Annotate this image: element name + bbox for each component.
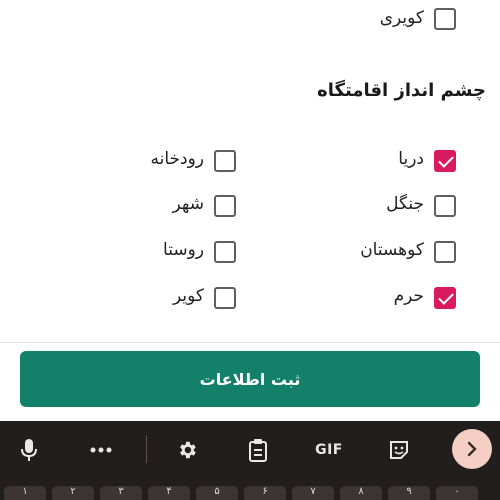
key[interactable]: ۱ xyxy=(4,486,46,500)
checkbox-option-4[interactable] xyxy=(434,241,456,263)
form-content: کویری چشم انداز اقامتگاه دریا جنگل کوهست… xyxy=(0,0,500,342)
checkbox-option-0[interactable] xyxy=(434,150,456,172)
more-dots-icon[interactable] xyxy=(86,435,116,465)
key[interactable]: ۷ xyxy=(292,486,334,500)
checkbox-option-2[interactable] xyxy=(434,195,456,217)
checkbox-option-5[interactable] xyxy=(214,241,236,263)
keyboard-number-row: ۱ ۲ ۳ ۴ ۵ ۶ ۷ ۸ ۹ ۰ xyxy=(0,478,500,500)
checkbox-label: رودخانه xyxy=(150,149,204,169)
checkbox-option-3[interactable] xyxy=(214,195,236,217)
toolbar-separator xyxy=(146,435,147,463)
microphone-icon[interactable] xyxy=(14,435,44,465)
checkbox-label: کویری xyxy=(379,8,424,28)
checkbox-label: شهر xyxy=(172,194,204,214)
key[interactable]: ۸ xyxy=(340,486,382,500)
checkbox-option-7[interactable] xyxy=(214,287,236,309)
checkbox-label: کوهستان xyxy=(360,240,424,260)
chevron-right-icon xyxy=(467,441,477,457)
checkbox-top-kaviri[interactable] xyxy=(434,8,456,30)
checkbox-label: حرم xyxy=(393,286,424,306)
checkbox-label: کویر xyxy=(173,286,204,306)
submit-button[interactable]: ثبت اطلاعات xyxy=(20,351,480,407)
key[interactable]: ۰ xyxy=(436,486,478,500)
checkbox-label: دریا xyxy=(398,149,424,169)
section-title: چشم انداز اقامتگاه xyxy=(317,80,486,101)
checkbox-option-1[interactable] xyxy=(214,150,236,172)
key[interactable]: ۳ xyxy=(100,486,142,500)
keyboard-toolbar: GIF xyxy=(0,421,500,478)
key[interactable]: ۴ xyxy=(148,486,190,500)
checkbox-label: جنگل xyxy=(386,194,424,214)
checkbox-label: روستا xyxy=(163,240,204,260)
key[interactable]: ۶ xyxy=(244,486,286,500)
key[interactable]: ۹ xyxy=(388,486,430,500)
expand-button[interactable] xyxy=(452,429,492,469)
submit-bar: ثبت اطلاعات xyxy=(0,343,500,421)
gif-label: GIF xyxy=(315,442,343,458)
key[interactable]: ۵ xyxy=(196,486,238,500)
checkbox-option-6[interactable] xyxy=(434,287,456,309)
gear-icon[interactable] xyxy=(172,435,202,465)
clipboard-icon[interactable] xyxy=(243,435,273,465)
key[interactable]: ۲ xyxy=(52,486,94,500)
sticker-icon[interactable] xyxy=(384,435,414,465)
gif-button[interactable]: GIF xyxy=(312,435,346,465)
